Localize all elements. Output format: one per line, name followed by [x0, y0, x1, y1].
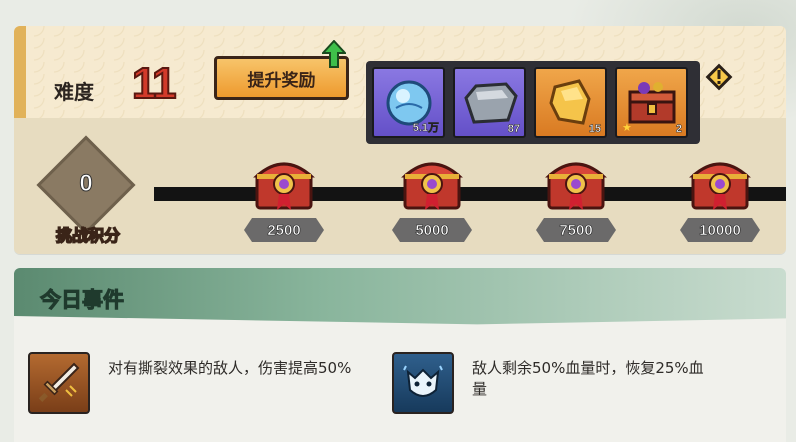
score-label: 挑战积分 — [55, 227, 121, 246]
event-item: 敌人剩余50%血量时，恢复25%血量 — [392, 352, 772, 414]
sword-icon — [38, 362, 80, 402]
event-icon-frame — [28, 352, 90, 414]
milestone-value: 10000 — [680, 218, 760, 242]
green-arrow-up-icon — [322, 40, 346, 68]
score-value: 0 — [79, 170, 93, 198]
milestone-chest[interactable]: 2500 — [244, 150, 324, 246]
difficulty-panel: 难度 11 提升奖励 5.1万 87 15 ★ 2 0 挑战积分 2500 50… — [14, 26, 786, 254]
reward-count: 2 — [675, 123, 683, 136]
anvil-ore-icon — [463, 81, 518, 124]
daily-events-panel: 今日事件 对有撕裂效果的敌人，伤害提高50% 敌人剩余50%血量时，恢复25%血… — [14, 268, 786, 442]
event-icon-frame — [392, 352, 454, 414]
warning-info-icon[interactable] — [704, 62, 734, 92]
milestone-chest[interactable]: 5000 — [392, 150, 472, 246]
treasure-chest-icon — [401, 162, 463, 210]
event-item: 对有撕裂效果的敌人，伤害提高50% — [28, 352, 388, 414]
events-title: 今日事件 — [40, 289, 125, 313]
reward-count: 87 — [507, 123, 520, 136]
reward-item[interactable]: ★ 2 — [615, 67, 688, 138]
difficulty-label: 难度 — [54, 82, 94, 104]
reward-list: 5.1万 87 15 ★ 2 — [366, 61, 700, 144]
treasure-chest-icon — [253, 162, 315, 210]
gold-ingot-icon — [548, 78, 591, 125]
reward-count: 5.1万 — [412, 122, 439, 135]
treasure-chest-icon — [689, 162, 751, 210]
milestone-value: 2500 — [244, 218, 324, 242]
events-header — [14, 268, 786, 328]
reward-item[interactable]: 87 — [453, 67, 526, 138]
treasure-box-icon — [628, 81, 675, 123]
event-description: 敌人剩余50%血量时，恢复25%血量 — [472, 359, 704, 398]
beast-head-icon — [403, 365, 443, 397]
milestone-value: 5000 — [392, 218, 472, 242]
star-icon: ★ — [622, 121, 632, 134]
milestone-chest[interactable]: 10000 — [680, 150, 760, 246]
milestone-chest[interactable]: 7500 — [536, 150, 616, 246]
milestone-value: 7500 — [536, 218, 616, 242]
treasure-chest-icon — [545, 162, 607, 210]
reward-count: 15 — [588, 123, 601, 136]
difficulty-value: 11 — [131, 58, 177, 109]
reward-item[interactable]: 15 — [534, 67, 607, 138]
reward-item[interactable]: 5.1万 — [372, 67, 445, 138]
event-description: 对有撕裂效果的敌人，伤害提高50% — [108, 359, 352, 377]
upgrade-reward-label: 提升奖励 — [247, 70, 316, 90]
